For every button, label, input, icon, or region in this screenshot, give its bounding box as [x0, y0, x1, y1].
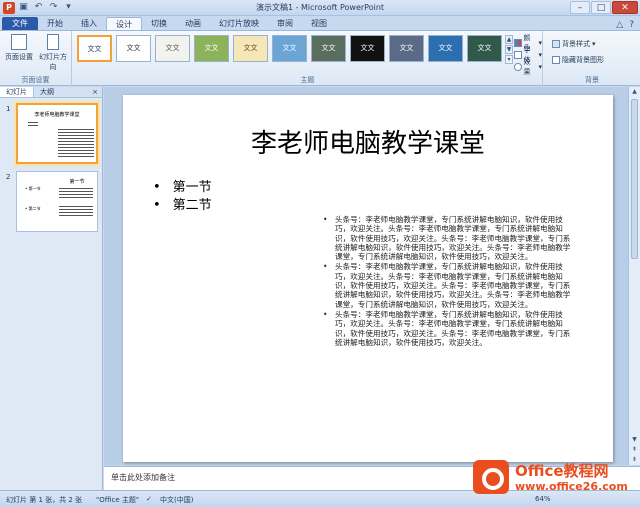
tab-slides[interactable]: 幻灯片	[0, 87, 34, 97]
scroll-down-icon[interactable]: ▼	[629, 435, 640, 445]
background-label: 背景	[585, 76, 599, 84]
thumbnail-bullet: • 第二节	[25, 206, 41, 211]
maximize-button[interactable]: □	[591, 1, 611, 14]
checkbox-icon	[552, 56, 560, 64]
office-logo-icon	[473, 460, 509, 494]
logo-brand: Office教程网	[515, 462, 609, 480]
thumbnail-bullet: • 第一节	[25, 186, 41, 191]
logo-url: www.office26.com	[515, 480, 628, 493]
tab-slideshow[interactable]: 幻灯片放映	[210, 17, 268, 30]
slide-orientation-button[interactable]: 幻灯片方向	[36, 34, 70, 72]
page-setup-label: 页面设置	[21, 76, 50, 84]
ribbon-tabs: 文件 开始 插入 设计 切换 动画 幻灯片放映 审阅 视图 △ ?	[0, 16, 640, 30]
theme-thumbnail[interactable]: 文文	[428, 35, 463, 62]
pane-close-icon[interactable]: ×	[88, 87, 102, 97]
gallery-down-icon[interactable]: ▼	[505, 45, 513, 54]
help-icon[interactable]: ?	[629, 20, 634, 30]
bullet-paragraph: 头条号：李老师电脑教学课堂，专门系统讲解电脑知识，软件使用技巧，欢迎关注。头条号…	[321, 262, 577, 308]
slide-number: 1	[6, 105, 11, 113]
theme-thumbnail[interactable]: 文文	[77, 35, 112, 62]
minimize-button[interactable]: –	[570, 1, 590, 14]
bullet-item: 第二节	[153, 197, 212, 215]
spelling-icon[interactable]: ✓	[146, 495, 152, 503]
slide-canvas[interactable]: 李老师电脑教学课堂 第一节 第二节 头条号：李老师电脑教学课堂，专门系统讲解电脑…	[123, 95, 613, 462]
bullet-paragraph: 头条号：李老师电脑教学课堂，专门系统讲解电脑知识，软件使用技巧，欢迎关注。头条号…	[321, 215, 577, 261]
theme-thumbnail[interactable]: 文文	[272, 35, 307, 62]
slide-number: 2	[6, 173, 11, 181]
themes-group: 文文 文文 文文 文文 文文 文文 文文 文文 文文 文文 文文 ▲ ▼ ▾ 颜色 ▾ 字体 ▾ 效果 ▾…	[73, 31, 543, 86]
thumbnail-title: 第一节	[69, 179, 85, 185]
tab-file[interactable]: 文件	[2, 17, 38, 30]
theme-thumbnail[interactable]: 文文	[116, 35, 151, 62]
theme-thumbnail[interactable]: 文文	[194, 35, 229, 62]
thumbnail-title: 李老师电脑教学课堂	[34, 112, 80, 118]
page-setup-group: 页面设置 幻灯片方向 页面设置	[0, 31, 72, 86]
slides-pane: 幻灯片 大纲 × 1 李老师电脑教学课堂 2 第一节 • 第一节 • 第二节	[0, 87, 103, 490]
right-content-placeholder[interactable]: 头条号：李老师电脑教学课堂，专门系统讲解电脑知识，软件使用技巧，欢迎关注。头条号…	[321, 215, 577, 348]
effects-icon	[514, 63, 522, 71]
background-styles-button[interactable]: 背景样式 ▾	[552, 39, 596, 49]
effects-button[interactable]: 效果 ▾	[514, 57, 542, 77]
pane-tabs: 幻灯片 大纲 ×	[0, 87, 102, 98]
thumbnail-text-lines	[59, 188, 93, 200]
previous-slide-icon[interactable]: ⇞	[629, 445, 640, 455]
themes-label: 主题	[300, 76, 315, 84]
background-styles-icon	[552, 40, 560, 48]
title-bar: P ▣ ↶ ↷ ▾ 演示文稿1 - Microsoft PowerPoint –…	[0, 0, 640, 16]
window-controls: – □ ✕	[570, 1, 638, 14]
tab-animations[interactable]: 动画	[176, 17, 210, 30]
close-button[interactable]: ✕	[612, 1, 638, 14]
slide-info: 幻灯片 第 1 张，共 2 张	[6, 496, 83, 504]
scroll-up-icon[interactable]: ▲	[629, 87, 640, 97]
theme-thumbnail[interactable]: 文文	[233, 35, 268, 62]
tab-outline[interactable]: 大纲	[34, 87, 60, 97]
thumbnail-text-lines	[28, 122, 38, 128]
vertical-scrollbar[interactable]: ▲ ▼ ⇞ ⇟	[628, 87, 640, 465]
background-group: 背景样式 ▾ 隐藏背景图形 背景	[544, 31, 640, 86]
scroll-thumb[interactable]	[631, 99, 638, 259]
tab-review[interactable]: 审阅	[268, 17, 302, 30]
gallery-more-icon[interactable]: ▾	[505, 55, 513, 64]
page-setup-button[interactable]: 页面设置	[2, 34, 36, 62]
window-title: 演示文稿1 - Microsoft PowerPoint	[255, 3, 385, 12]
theme-thumbnail[interactable]: 文文	[389, 35, 424, 62]
tab-insert[interactable]: 插入	[72, 17, 106, 30]
tab-transitions[interactable]: 切换	[142, 17, 176, 30]
bullet-item: 第一节	[153, 179, 212, 197]
page-setup-icon	[11, 34, 27, 50]
theme-thumbnail[interactable]: 文文	[311, 35, 346, 62]
ribbon-minimize-icon[interactable]: △	[616, 20, 623, 30]
slide-thumbnail-2[interactable]: 第一节 • 第一节 • 第二节	[16, 171, 98, 232]
theme-thumbnail[interactable]: 文文	[350, 35, 385, 62]
hide-background-checkbox[interactable]: 隐藏背景图形	[552, 55, 604, 65]
slide-title[interactable]: 李老师电脑教学课堂	[123, 123, 613, 160]
theme-thumbnail[interactable]: 文文	[155, 35, 190, 62]
thumbnail-text-lines	[58, 129, 94, 159]
tab-view[interactable]: 视图	[302, 17, 336, 30]
slide-thumbnail-1[interactable]: 李老师电脑教学课堂	[16, 103, 98, 164]
ribbon: 页面设置 幻灯片方向 页面设置 文文 文文 文文 文文 文文 文文 文文 文文 文文 文文 文文 ▲…	[0, 30, 640, 86]
notes-placeholder: 单击此处添加备注	[111, 473, 175, 482]
bullet-paragraph: 头条号：李老师电脑教学课堂，专门系统讲解电脑知识，软件使用技巧，欢迎关注。头条号…	[321, 310, 577, 347]
theme-thumbnail[interactable]: 文文	[467, 35, 502, 62]
site-watermark-logo: Office教程网 www.office26.com	[473, 458, 637, 498]
slide-editor: 李老师电脑教学课堂 第一节 第二节 头条号：李老师电脑教学课堂，专门系统讲解电脑…	[104, 87, 628, 465]
gallery-up-icon[interactable]: ▲	[505, 35, 513, 44]
tab-home[interactable]: 开始	[38, 17, 72, 30]
tab-design[interactable]: 设计	[106, 17, 142, 30]
theme-name[interactable]: "Office 主题"	[96, 495, 139, 505]
thumbnail-text-lines	[59, 206, 93, 218]
slide-orientation-icon	[47, 34, 59, 50]
language-indicator[interactable]: 中文(中国)	[160, 495, 193, 505]
gallery-scroll: ▲ ▼ ▾	[505, 35, 513, 64]
left-content-placeholder[interactable]: 第一节 第二节	[153, 179, 212, 215]
